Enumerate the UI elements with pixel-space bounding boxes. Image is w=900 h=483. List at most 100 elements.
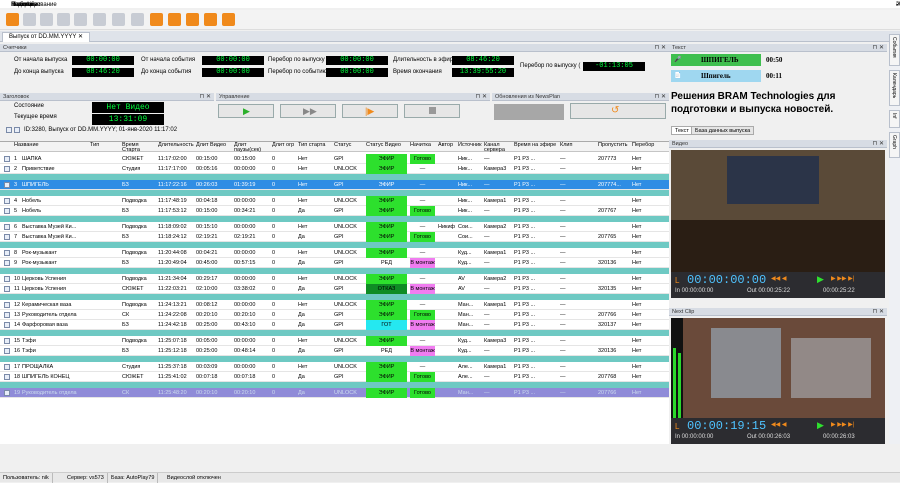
column-header[interactable]: Пропустить	[598, 142, 630, 148]
side-tab-events[interactable]: События	[889, 34, 900, 66]
table-row[interactable]: 11 Церковь Успения СЮЖЕТ 11:22:03:21 02:10:0…	[0, 284, 669, 294]
list-icon[interactable]	[112, 13, 125, 26]
column-header[interactable]: Название	[14, 142, 88, 148]
pin-icon[interactable]: ⊓ ✕	[873, 44, 884, 52]
view-icon[interactable]	[40, 13, 53, 26]
checklist-icon[interactable]	[150, 13, 163, 26]
table-row[interactable]: 12 Керамическая ваза Подводка 11:24:13:21 00…	[0, 300, 669, 310]
play-icon[interactable]: ▶	[817, 274, 824, 285]
pin-icon[interactable]: ⊓ ✕	[200, 93, 211, 101]
table-row[interactable]: 6 Выставка Музей Ки... Подводка 11:18:09:02…	[0, 222, 669, 232]
cell-pause: 0	[272, 374, 276, 380]
text-item[interactable]: 📄 Шпигель 00:11	[671, 70, 782, 82]
cell-ogr: Да	[298, 322, 305, 328]
rewind-icon[interactable]: ◀◀ ◀	[771, 275, 787, 282]
table-row[interactable]: 16 Тэфи БЗ 11:25:12:18 00:25:00 00:48:14 0 Да GP…	[0, 346, 669, 356]
rss-icon[interactable]	[168, 13, 181, 26]
table-row[interactable]: 14 Фарфоровая ваза БЗ 11:24:42:18 00:25:00 00…	[0, 320, 669, 330]
column-header[interactable]: Канал сервера	[484, 142, 512, 153]
column-header[interactable]: Автор	[438, 142, 456, 148]
settings-gear-icon[interactable]	[6, 13, 19, 26]
tab-release-db[interactable]: База данных выпуска	[691, 126, 755, 135]
table-row[interactable]: 9 Рок-музыкант БЗ 11:20:49:04 00:45:00 00:57:…	[0, 258, 669, 268]
table-row[interactable]: 19 Руководитель отдела СК 11:25:48:20 00:20:…	[0, 388, 669, 398]
more-icon[interactable]	[222, 13, 235, 26]
column-header[interactable]: Время Старта	[122, 142, 156, 153]
next-button[interactable]: ▶▶	[280, 104, 336, 118]
column-header[interactable]	[4, 142, 12, 143]
pin-icon[interactable]: ⊓ ✕	[873, 308, 884, 316]
refresh-button[interactable]: ↺	[570, 103, 666, 119]
table-row[interactable]: 7 Выставка Музей Ки... БЗ 11:18:24:12 02:19:…	[0, 232, 669, 242]
table-row[interactable]: 3 ШПИГЕЛЬ БЗ 11:17:22:16 00:26:03 01:39:19 0 Не…	[0, 180, 669, 190]
column-header[interactable]: Тип старта	[298, 142, 332, 148]
copy-icon[interactable]	[57, 13, 70, 26]
table-row[interactable]: 13 Руководитель отдела СК 11:24:22:08 00:20:…	[0, 310, 669, 320]
video-title: Видео	[672, 141, 689, 147]
collapse-icon[interactable]	[14, 127, 20, 133]
pin-icon[interactable]: ⊓ ✕	[476, 93, 487, 101]
side-tab-inf[interactable]: Inf	[889, 110, 900, 128]
table-row[interactable]: 4 Нобель Подводка 11:17:48:19 00:04:18 00:00:…	[0, 196, 669, 206]
tab-release[interactable]: Выпуск от DD.MM.YYYY ✕	[2, 32, 91, 42]
column-header[interactable]: Источник	[458, 142, 482, 148]
forward-icon[interactable]: ▶ ▶▶ ▶|	[831, 275, 854, 282]
column-header[interactable]: Клип	[560, 142, 596, 148]
column-header[interactable]: Тип	[90, 142, 120, 148]
loop-icon[interactable]: L	[675, 422, 679, 431]
column-header[interactable]: Длительность	[158, 142, 194, 148]
stop-button[interactable]	[404, 104, 460, 118]
refresh-icon[interactable]	[23, 13, 36, 26]
menu-help[interactable]: Помощь	[6, 1, 39, 9]
table-row[interactable]: 10 Церковь Успения Подводка 11:21:34:04 00:2…	[0, 274, 669, 284]
table-row[interactable]: 17 ПРОЩАЛКА Студия 11:25:37:18 00:03:09 00:00…	[0, 362, 669, 372]
table-row[interactable]: 1 ШАПКА СЮЖЕТ 11:17:02:00 00:15:00 00:15:00 0 Н…	[0, 154, 669, 164]
table-row[interactable]: 18 ШПИГЕЛЬ КОНЕЦ СЮЖЕТ 11:25:41:02 00:07:18 0…	[0, 372, 669, 382]
cell-author: Куд...	[458, 338, 472, 344]
next-timecode: 00:00:19:15	[687, 419, 767, 433]
updates-title: Обновления из NewsPlan	[495, 94, 561, 100]
tab-text[interactable]: Текст	[671, 126, 693, 135]
side-tab-calendar[interactable]: Календарь	[889, 70, 900, 106]
cell-pause: 0	[272, 260, 276, 266]
column-header[interactable]: Перебор	[632, 142, 667, 148]
pin-icon[interactable]: ⊓ ✕	[873, 140, 884, 148]
paste-icon[interactable]	[74, 13, 87, 26]
cell-n: 18	[14, 374, 21, 380]
expand-icon[interactable]	[6, 127, 12, 133]
column-header[interactable]: Длит огр	[272, 142, 296, 148]
video-screen-image	[727, 156, 819, 204]
cell-air: —	[560, 250, 566, 256]
table-row[interactable]: 5 Нобель БЗ 11:17:53:12 00:15:00 00:34:21 0 Да G…	[0, 206, 669, 216]
pin-icon[interactable]: ⊓ ✕	[655, 44, 666, 52]
cell-author: Ман...	[458, 322, 474, 328]
play-icon[interactable]: ▶	[817, 420, 824, 431]
counters-header: Счетчики ⊓ ✕	[0, 44, 669, 52]
loop-icon[interactable]: L	[675, 276, 679, 285]
column-header[interactable]: Длит Видео	[196, 142, 232, 148]
import-icon[interactable]	[204, 13, 217, 26]
cut-icon[interactable]	[93, 13, 106, 26]
play-button[interactable]: ▶	[218, 104, 274, 118]
column-header[interactable]: Статус	[334, 142, 364, 148]
column-header[interactable]: Длит паузы(сек)	[234, 142, 270, 153]
forward-icon[interactable]: ▶ ▶▶ ▶|	[831, 421, 854, 428]
column-header[interactable]: Начитка	[410, 142, 436, 148]
cell-src: —	[484, 208, 490, 214]
table-row[interactable]: 8 Рок-музыкант Подводка 11:20:44:08 00:04:21…	[0, 248, 669, 258]
rewind-icon[interactable]: ◀◀ ◀	[771, 421, 787, 428]
text-item-active[interactable]: 🎤 ШПИГЕЛЬ 00:50	[671, 54, 782, 66]
grid-icon[interactable]	[131, 13, 144, 26]
table-row[interactable]: 2 Приветствие Студия 11:17:17:00 00:05:16 00:…	[0, 164, 669, 174]
close-icon[interactable]: ✕	[896, 1, 900, 9]
column-header[interactable]: Статус Видео	[366, 142, 408, 148]
pin-icon[interactable]: ⊓ ✕	[655, 93, 666, 101]
prompter-text: Решения BRAM Technologies для подготовки…	[671, 91, 836, 115]
text-icon[interactable]	[186, 13, 199, 26]
skip-button[interactable]: |▶	[342, 104, 398, 118]
side-tab-graph[interactable]: Graph	[889, 132, 900, 158]
column-header[interactable]: Время на эфире	[514, 142, 558, 148]
expand-icon[interactable]	[4, 388, 10, 400]
table-row[interactable]: 15 Тэфи Подводка 11:25:07:18 00:05:00 00:00:0…	[0, 336, 669, 346]
side-tabs: События Календарь Inf Graph	[889, 34, 900, 444]
